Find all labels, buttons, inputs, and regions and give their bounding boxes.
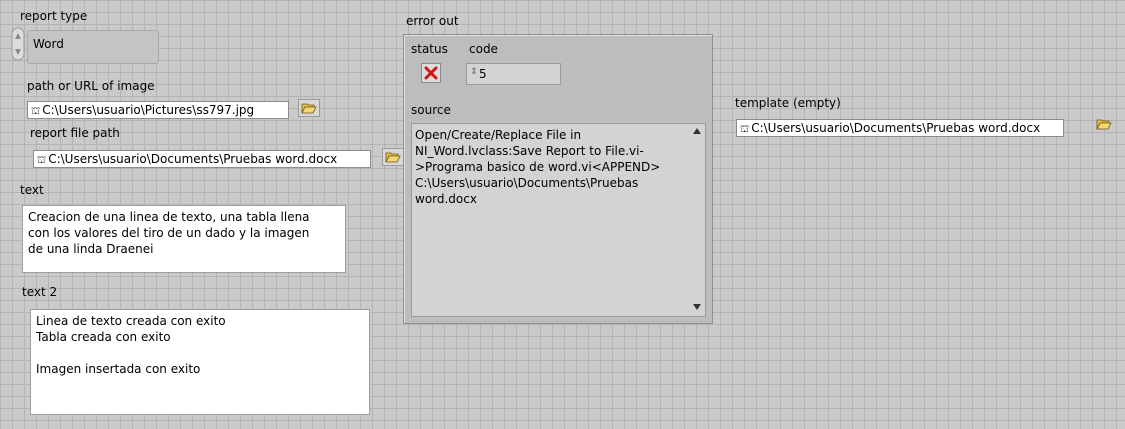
path-icon: ⛫ (37, 155, 47, 166)
template-browse-button[interactable] (1093, 115, 1115, 133)
error-out-cluster: status code ⇕ 5 source Open/Create/Repla… (403, 34, 713, 324)
template-path-input[interactable]: ⛫ C:\Users\usuario\Documents\Pruebas word… (736, 119, 1064, 137)
error-out-label: error out (406, 14, 459, 28)
report-file-path-input[interactable]: ⛫ C:\Users\usuario\Documents\Pruebas word… (33, 150, 371, 168)
report-type-ring[interactable]: Word (27, 30, 159, 64)
error-code-indicator: ⇕ 5 (466, 63, 561, 85)
error-code-value: 5 (479, 67, 487, 81)
report-file-path-label: report file path (30, 126, 120, 140)
path-icon: ⛫ (31, 106, 41, 117)
template-path-value: C:\Users\usuario\Documents\Pruebas word.… (751, 121, 1041, 135)
folder-open-icon (1096, 119, 1112, 130)
error-status-label: status (411, 42, 448, 56)
text2-label: text 2 (22, 285, 58, 299)
error-source-text: Open/Create/Replace File in NI_Word.lvcl… (411, 123, 706, 317)
error-status-indicator (421, 63, 441, 83)
report-file-path-value: C:\Users\usuario\Documents\Pruebas word.… (48, 152, 338, 166)
source-scrollbar[interactable] (690, 124, 704, 316)
scroll-up-arrow-icon[interactable] (693, 128, 701, 134)
text2-field[interactable]: Linea de texto creada con exito Tabla cr… (30, 309, 370, 415)
folder-open-icon (301, 103, 317, 114)
path-icon: ⛫ (740, 124, 750, 135)
image-path-input[interactable]: ⛫ C:\Users\usuario\Pictures\ss797.jpg (27, 101, 289, 119)
report-file-path-browse-button[interactable] (382, 148, 404, 166)
image-path-browse-button[interactable] (298, 99, 320, 117)
error-x-icon (424, 66, 438, 80)
error-code-label: code (469, 42, 498, 56)
text-label: text (20, 183, 44, 197)
report-type-label: report type (20, 9, 88, 23)
error-source-label: source (411, 103, 451, 117)
folder-open-icon (385, 152, 401, 163)
template-label: template (empty) (735, 96, 841, 110)
image-path-label: path or URL of image (27, 79, 155, 93)
image-path-value: C:\Users\usuario\Pictures\ss797.jpg (42, 103, 255, 117)
i32-indicator-icon: ⇕ (470, 67, 478, 77)
scroll-down-arrow-icon[interactable] (693, 304, 701, 310)
report-type-value: Word (33, 37, 64, 51)
ring-increment-decrement[interactable] (11, 27, 25, 61)
text-field[interactable]: Creacion de una linea de texto, una tabl… (22, 205, 346, 273)
